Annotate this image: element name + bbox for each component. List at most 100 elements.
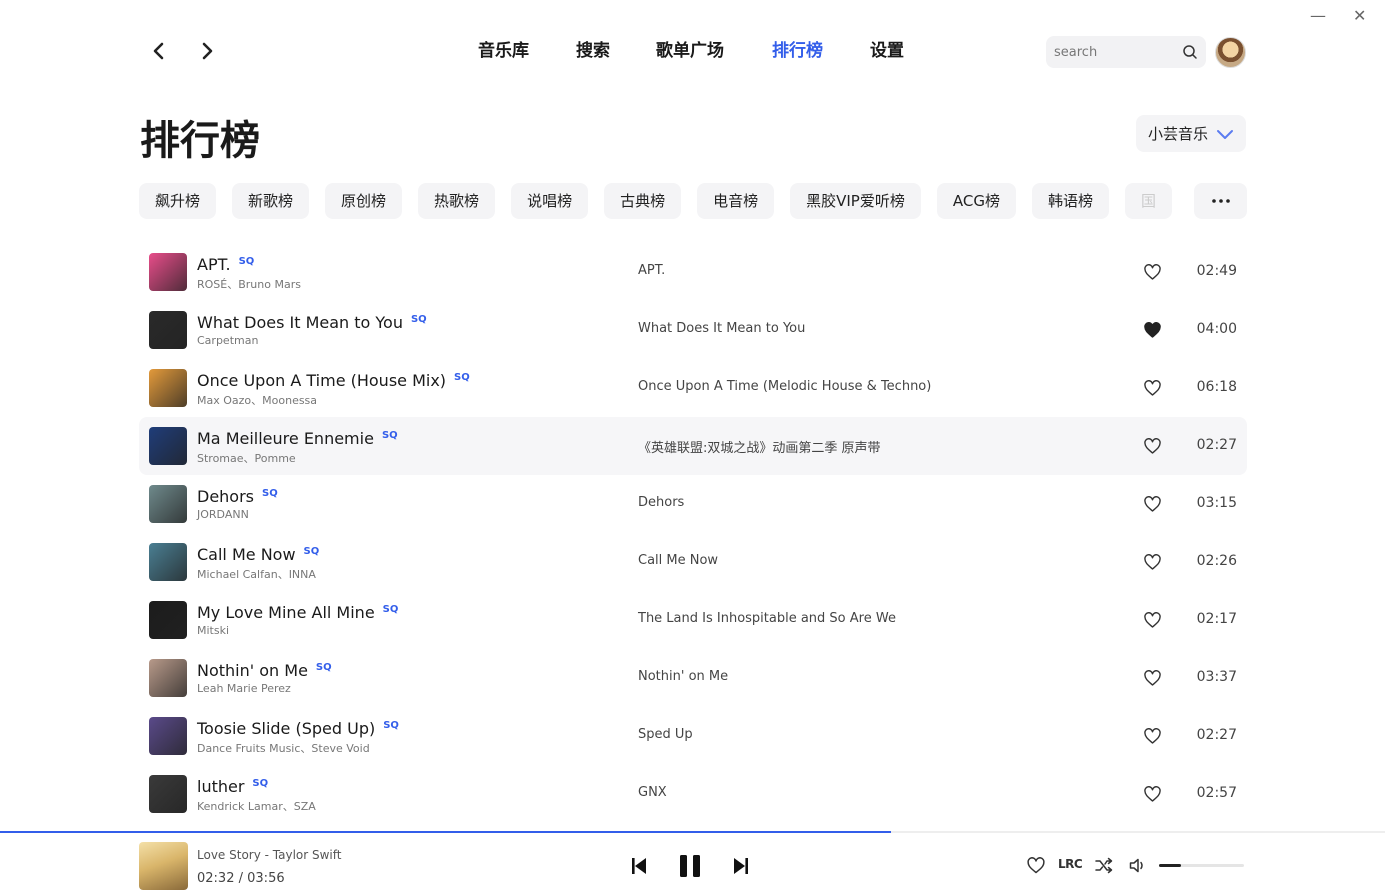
song-row[interactable]: My Love Mine All Mine SQ Mitski The Land Is… [139, 591, 1247, 649]
song-artist[interactable]: Carpetman [197, 334, 258, 347]
song-title[interactable]: My Love Mine All Mine SQ [197, 603, 398, 622]
previous-track-icon[interactable] [631, 857, 647, 875]
heart-icon[interactable] [1144, 380, 1161, 397]
chip-category[interactable]: 国 [1124, 183, 1172, 219]
now-playing-cover[interactable] [139, 842, 188, 890]
quality-badge: SQ [454, 372, 470, 383]
main-tabs: 音乐库 搜索 歌单广场 排行榜 设置 [478, 38, 930, 64]
song-cover[interactable] [149, 601, 187, 639]
song-album[interactable]: APT. [638, 263, 665, 278]
song-cover[interactable] [149, 311, 187, 349]
song-title[interactable]: Toosie Slide (Sped Up) SQ [197, 719, 399, 738]
back-button[interactable] [148, 40, 170, 62]
song-duration: 03:37 [1196, 669, 1237, 685]
heart-icon[interactable] [1144, 438, 1161, 455]
heart-icon[interactable] [1144, 728, 1161, 745]
song-cover[interactable] [149, 427, 187, 465]
song-album[interactable]: What Does It Mean to You [638, 321, 805, 336]
tab-search[interactable]: 搜索 [576, 38, 656, 64]
heart-icon[interactable] [1144, 670, 1161, 687]
heart-filled-icon[interactable] [1144, 322, 1161, 339]
category-chips: 飙升榜 新歌榜 原创榜 热歌榜 说唱榜 古典榜 电音榜 黑胶VIP爱听榜 ACG榜 韩语榜国 [139, 183, 1189, 219]
song-cover[interactable] [149, 369, 187, 407]
song-cover[interactable] [149, 717, 187, 755]
song-artist[interactable]: JORDANN [197, 508, 249, 521]
tab-library[interactable]: 音乐库 [478, 38, 576, 64]
more-categories-button[interactable] [1194, 183, 1247, 219]
avatar[interactable] [1215, 37, 1246, 68]
song-album[interactable]: GNX [638, 785, 667, 800]
heart-icon[interactable] [1144, 786, 1161, 803]
chip-category[interactable]: 热歌榜 [418, 183, 496, 219]
song-album[interactable]: 《英雄联盟:双城之战》动画第二季 原声带 [638, 437, 881, 456]
song-row[interactable]: Once Upon A Time (House Mix) SQ Max Oazo、M… [139, 359, 1247, 417]
chip-category[interactable]: 电音榜 [697, 183, 775, 219]
song-title[interactable]: What Does It Mean to You SQ [197, 313, 427, 332]
song-title[interactable]: Once Upon A Time (House Mix) SQ [197, 371, 470, 390]
song-row[interactable]: Dehors SQ JORDANN Dehors 03:15 [139, 475, 1247, 533]
song-album[interactable]: Nothin' on Me [638, 669, 728, 684]
song-artist[interactable]: ROSÉ、Bruno Mars [197, 276, 301, 292]
song-artist[interactable]: Dance Fruits Music、Steve Void [197, 740, 370, 756]
chip-category[interactable]: 黑胶VIP爱听榜 [790, 183, 921, 219]
song-album[interactable]: The Land Is Inhospitable and So Are We [638, 611, 896, 626]
quality-badge: SQ [303, 546, 320, 557]
song-album[interactable]: Call Me Now [638, 553, 718, 568]
song-artist[interactable]: Leah Marie Perez [197, 682, 291, 695]
song-row[interactable]: Nothin' on Me SQ Leah Marie Perez Nothin' o… [139, 649, 1247, 707]
volume-slider[interactable] [1159, 864, 1244, 867]
song-artist[interactable]: Max Oazo、Moonessa [197, 392, 317, 408]
next-track-icon[interactable] [733, 857, 749, 875]
song-title[interactable]: Ma Meilleure Ennemie SQ [197, 429, 398, 448]
song-cover[interactable] [149, 659, 187, 697]
source-select[interactable]: 小芸音乐 [1136, 115, 1246, 152]
song-cover[interactable] [149, 253, 187, 291]
tab-playlist-square[interactable]: 歌单广场 [656, 38, 772, 64]
song-cover[interactable] [149, 543, 187, 581]
song-album[interactable]: Once Upon A Time (Melodic House & Techno… [638, 379, 931, 394]
tab-settings[interactable]: 设置 [870, 38, 930, 64]
tab-charts[interactable]: 排行榜 [772, 38, 870, 64]
minimize-button[interactable]: — [1310, 6, 1326, 25]
search-input[interactable] [1054, 44, 1174, 60]
song-album[interactable]: Dehors [638, 495, 684, 510]
volume-icon[interactable] [1129, 857, 1147, 874]
song-title[interactable]: Call Me Now SQ [197, 545, 319, 564]
song-artist[interactable]: Mitski [197, 624, 229, 637]
song-album[interactable]: Sped Up [638, 727, 693, 742]
song-row[interactable]: Ma Meilleure Ennemie SQ Stromae、Pomme 《英雄联盟… [139, 417, 1247, 475]
song-title[interactable]: Dehors SQ [197, 487, 278, 506]
like-current-icon[interactable] [1027, 857, 1045, 874]
song-row[interactable]: Toosie Slide (Sped Up) SQ Dance Fruits Mus… [139, 707, 1247, 765]
heart-icon[interactable] [1144, 612, 1161, 629]
now-playing-title[interactable]: Love Story - Taylor Swift [197, 848, 341, 862]
lyrics-button[interactable]: LRC [1058, 857, 1083, 871]
song-cover[interactable] [149, 485, 187, 523]
song-row[interactable]: APT. SQ ROSÉ、Bruno Mars APT. 02:49 [139, 243, 1247, 301]
close-window-button[interactable]: ✕ [1353, 6, 1366, 25]
search-icon[interactable] [1182, 44, 1198, 60]
song-artist[interactable]: Stromae、Pomme [197, 450, 296, 466]
heart-icon[interactable] [1144, 264, 1161, 281]
song-row[interactable]: Call Me Now SQ Michael Calfan、INNA Call Me … [139, 533, 1247, 591]
pause-icon[interactable] [678, 854, 702, 878]
heart-icon[interactable] [1144, 554, 1161, 571]
song-artist[interactable]: Michael Calfan、INNA [197, 566, 316, 582]
forward-button[interactable] [196, 40, 218, 62]
chip-category[interactable]: 新歌榜 [232, 183, 310, 219]
song-title[interactable]: Nothin' on Me SQ [197, 661, 332, 680]
song-title[interactable]: luther SQ [197, 777, 268, 796]
chip-category[interactable]: ACG榜 [936, 183, 1016, 219]
heart-icon[interactable] [1144, 496, 1161, 513]
shuffle-icon[interactable] [1095, 857, 1113, 874]
chip-category[interactable]: 说唱榜 [511, 183, 589, 219]
song-cover[interactable] [149, 775, 187, 813]
song-title[interactable]: APT. SQ [197, 255, 254, 274]
chip-category[interactable]: 韩语榜 [1031, 183, 1109, 219]
song-artist[interactable]: Kendrick Lamar、SZA [197, 798, 316, 814]
chip-category[interactable]: 飙升榜 [139, 183, 217, 219]
chip-category[interactable]: 古典榜 [604, 183, 682, 219]
chip-category[interactable]: 原创榜 [325, 183, 403, 219]
song-row[interactable]: What Does It Mean to You SQ Carpetman What … [139, 301, 1247, 359]
song-row[interactable]: luther SQ Kendrick Lamar、SZA GNX 02:57 [139, 765, 1247, 823]
